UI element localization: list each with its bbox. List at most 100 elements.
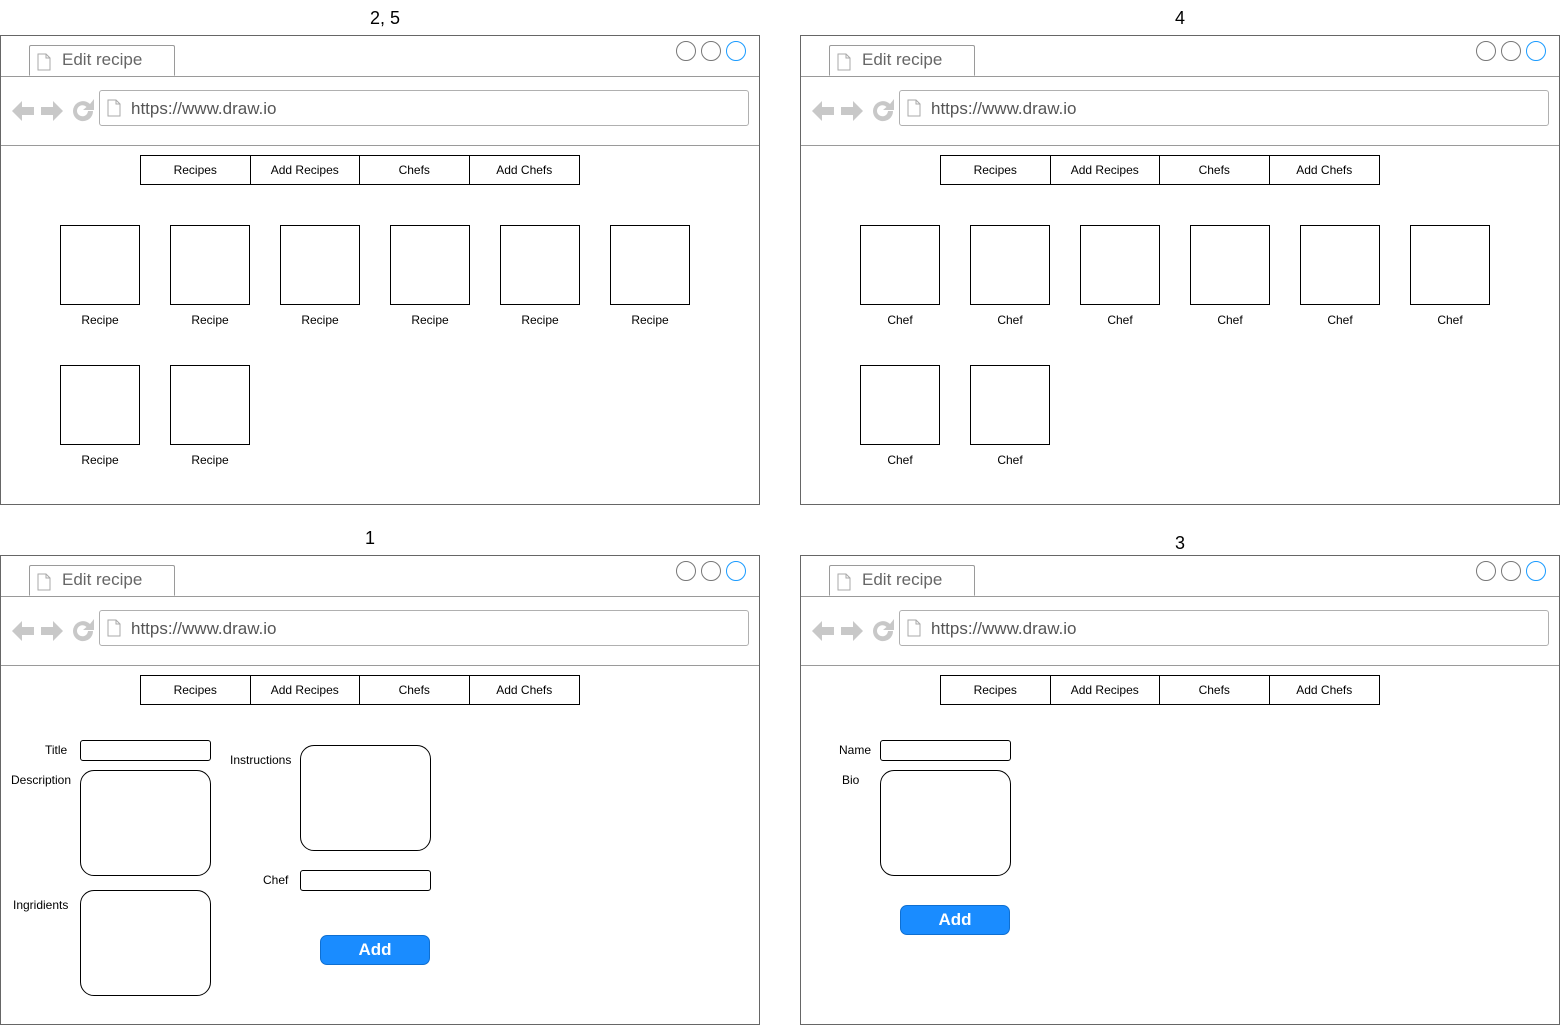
title-input[interactable]	[80, 740, 211, 761]
menu-item-add-chefs[interactable]: Add Chefs	[1270, 676, 1380, 704]
add-recipe-button[interactable]: Add	[320, 935, 430, 965]
menu-item-chefs[interactable]: Chefs	[360, 676, 470, 704]
window-close-control[interactable]	[1526, 41, 1546, 61]
forward-arrow-icon[interactable]	[39, 98, 65, 124]
back-arrow-icon[interactable]	[810, 618, 836, 644]
ingredients-label: Ingridients	[13, 898, 69, 912]
ingredients-textarea[interactable]	[80, 890, 211, 996]
menu-item-add-recipes[interactable]: Add Recipes	[251, 676, 360, 704]
chef-thumbnail[interactable]	[1080, 225, 1160, 305]
browser-tab[interactable]: Edit recipe	[829, 565, 975, 596]
browser-tab[interactable]: Edit recipe	[829, 45, 975, 76]
chef-thumbnail[interactable]	[860, 225, 940, 305]
name-input[interactable]	[880, 740, 1011, 761]
menu-item-add-recipes[interactable]: Add Recipes	[1051, 156, 1160, 184]
recipe-caption: Recipe	[81, 313, 119, 327]
url-text: https://www.draw.io	[131, 99, 277, 118]
forward-arrow-icon[interactable]	[839, 98, 865, 124]
menu-item-add-recipes[interactable]: Add Recipes	[251, 156, 360, 184]
menu-item-chefs[interactable]: Chefs	[360, 156, 470, 184]
recipe-thumbnail[interactable]	[500, 225, 580, 305]
browser-window-add-chef: Edit recipe https://www.draw.io Recipes …	[800, 555, 1560, 1025]
menu-item-add-recipes[interactable]: Add Recipes	[1051, 676, 1160, 704]
chef-thumbnail[interactable]	[1300, 225, 1380, 305]
bio-label: Bio	[842, 773, 860, 787]
window-maximize-control[interactable]	[1501, 561, 1521, 581]
chef-thumbnail[interactable]	[860, 365, 940, 445]
chef-thumbnail[interactable]	[970, 225, 1050, 305]
window-minimize-control[interactable]	[676, 561, 696, 581]
refresh-icon[interactable]	[70, 98, 96, 124]
window-minimize-control[interactable]	[1476, 561, 1496, 581]
recipe-thumbnail[interactable]	[390, 225, 470, 305]
window-close-control[interactable]	[1526, 561, 1546, 581]
page-icon	[907, 619, 921, 637]
window-minimize-control[interactable]	[676, 41, 696, 61]
instructions-textarea[interactable]	[300, 745, 431, 851]
menu-item-add-chefs[interactable]: Add Chefs	[470, 156, 580, 184]
back-arrow-icon[interactable]	[10, 618, 36, 644]
window-close-control[interactable]	[726, 41, 746, 61]
browser-tab[interactable]: Edit recipe	[29, 565, 175, 596]
chef-thumbnail[interactable]	[1410, 225, 1490, 305]
menu-item-recipes[interactable]: Recipes	[141, 676, 251, 704]
recipe-caption: Recipe	[81, 453, 119, 467]
menu-item-recipes[interactable]: Recipes	[941, 156, 1051, 184]
recipe-caption: Recipe	[631, 313, 669, 327]
url-bar[interactable]: https://www.draw.io	[99, 610, 749, 646]
recipe-thumbnail[interactable]	[280, 225, 360, 305]
refresh-icon[interactable]	[70, 618, 96, 644]
recipe-caption: Recipe	[411, 313, 449, 327]
description-textarea[interactable]	[80, 770, 211, 876]
menu-item-add-chefs[interactable]: Add Chefs	[1270, 156, 1380, 184]
forward-arrow-icon[interactable]	[39, 618, 65, 644]
browser-window-add-recipe: Edit recipe https://www.draw.io Recipes …	[0, 555, 760, 1025]
recipe-thumbnail[interactable]	[170, 225, 250, 305]
chef-thumbnail[interactable]	[1190, 225, 1270, 305]
recipe-caption: Recipe	[191, 313, 229, 327]
browser-tab[interactable]: Edit recipe	[29, 45, 175, 76]
back-arrow-icon[interactable]	[10, 98, 36, 124]
forward-arrow-icon[interactable]	[839, 618, 865, 644]
window-minimize-control[interactable]	[1476, 41, 1496, 61]
back-arrow-icon[interactable]	[810, 98, 836, 124]
chef-input[interactable]	[300, 870, 431, 891]
menu-item-chefs[interactable]: Chefs	[1160, 156, 1270, 184]
menu-item-chefs[interactable]: Chefs	[1160, 676, 1270, 704]
recipe-thumbnail[interactable]	[60, 225, 140, 305]
window-close-control[interactable]	[726, 561, 746, 581]
menu-item-recipes[interactable]: Recipes	[941, 676, 1051, 704]
menu-item-recipes[interactable]: Recipes	[141, 156, 251, 184]
chef-caption: Chef	[887, 453, 913, 467]
menu-item-add-chefs[interactable]: Add Chefs	[470, 676, 580, 704]
screen-label-3: 3	[1174, 533, 1185, 553]
address-row: https://www.draw.io	[801, 77, 1559, 146]
main-menu: Recipes Add Recipes Chefs Add Chefs	[140, 155, 580, 185]
document-icon	[837, 573, 851, 591]
window-maximize-control[interactable]	[701, 561, 721, 581]
page-icon	[907, 99, 921, 117]
chef-label: Chef	[263, 873, 289, 887]
recipe-caption: Recipe	[191, 453, 229, 467]
chef-thumbnail[interactable]	[970, 365, 1050, 445]
tab-bar: Edit recipe	[1, 556, 759, 597]
tab-title: Edit recipe	[62, 50, 143, 69]
screen-label-4: 4	[1174, 8, 1185, 28]
tab-title: Edit recipe	[862, 50, 943, 69]
recipe-thumbnail[interactable]	[60, 365, 140, 445]
url-bar[interactable]: https://www.draw.io	[99, 90, 749, 126]
window-maximize-control[interactable]	[701, 41, 721, 61]
bio-textarea[interactable]	[880, 770, 1011, 876]
refresh-icon[interactable]	[870, 618, 896, 644]
recipe-thumbnail[interactable]	[170, 365, 250, 445]
chef-caption: Chef	[1217, 313, 1243, 327]
url-bar[interactable]: https://www.draw.io	[899, 90, 1549, 126]
chef-caption: Chef	[997, 453, 1023, 467]
add-chef-button[interactable]: Add	[900, 905, 1010, 935]
window-maximize-control[interactable]	[1501, 41, 1521, 61]
refresh-icon[interactable]	[870, 98, 896, 124]
recipe-thumbnail[interactable]	[610, 225, 690, 305]
address-row: https://www.draw.io	[801, 597, 1559, 666]
tab-bar: Edit recipe	[801, 556, 1559, 597]
url-bar[interactable]: https://www.draw.io	[899, 610, 1549, 646]
